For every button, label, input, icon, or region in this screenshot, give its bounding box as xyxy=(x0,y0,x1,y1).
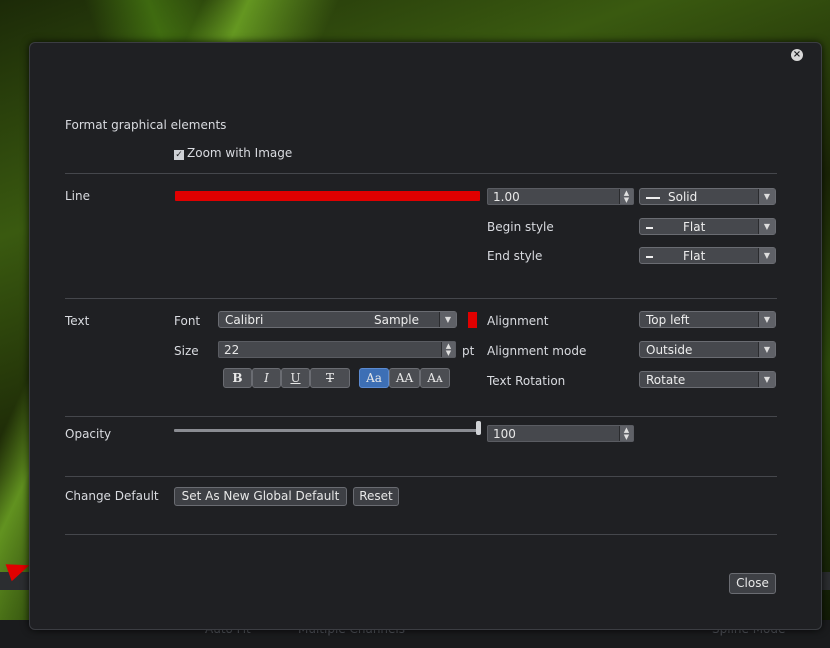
zoom-with-image-checkbox[interactable]: ✓ Zoom with Image xyxy=(174,146,292,160)
line-width-field[interactable]: 1.00 ▲ ▼ xyxy=(487,188,634,205)
line-style-dropdown[interactable]: Solid ▼ xyxy=(639,188,776,205)
begin-style-dropdown[interactable]: Flat ▼ xyxy=(639,218,776,235)
opacity-value: 100 xyxy=(493,427,516,441)
case-upper-button[interactable]: AA xyxy=(389,368,420,388)
flat-cap-icon xyxy=(646,226,653,229)
bold-button[interactable]: B xyxy=(223,368,252,388)
chevron-down-icon: ▼ xyxy=(439,312,456,327)
strikethrough-button[interactable]: T xyxy=(310,368,350,388)
alignment-value: Top left xyxy=(646,313,690,327)
opacity-slider-track[interactable] xyxy=(174,429,479,432)
line-width-spinner-icon[interactable]: ▲ ▼ xyxy=(619,189,633,204)
end-style-label: End style xyxy=(487,249,543,263)
underline-button[interactable]: U xyxy=(281,368,310,388)
case-small-caps-button[interactable]: Aᴀ xyxy=(420,368,450,388)
italic-button[interactable]: I xyxy=(252,368,281,388)
size-label: Size xyxy=(174,344,199,358)
text-color-swatch[interactable] xyxy=(468,312,477,328)
format-graphical-elements-dialog: × Format graphical elements ✓ Zoom with I… xyxy=(29,42,822,630)
separator xyxy=(65,416,777,417)
opacity-slider-handle[interactable] xyxy=(476,421,481,435)
chevron-down-icon: ▼ xyxy=(758,372,775,387)
separator xyxy=(65,298,777,299)
text-size-field[interactable]: 22 ▲ ▼ xyxy=(218,341,456,358)
chevron-down-icon: ▼ xyxy=(758,248,775,263)
case-normal-button[interactable]: Aa xyxy=(359,368,389,388)
alignment-label: Alignment xyxy=(487,314,549,328)
line-style-value: Solid xyxy=(668,190,698,204)
alignment-mode-label: Alignment mode xyxy=(487,344,587,358)
end-style-value: Flat xyxy=(683,249,706,263)
begin-style-label: Begin style xyxy=(487,220,554,234)
font-dropdown[interactable]: Calibri Sample ▼ xyxy=(218,311,457,328)
chevron-down-icon: ▼ xyxy=(758,342,775,357)
font-label: Font xyxy=(174,314,201,328)
line-label: Line xyxy=(65,189,91,203)
zoom-with-image-label: Zoom with Image xyxy=(187,146,293,160)
solid-line-icon xyxy=(646,196,660,199)
set-as-new-global-default-button[interactable]: Set As New Global Default xyxy=(174,487,347,506)
text-rotation-dropdown[interactable]: Rotate ▼ xyxy=(639,371,776,388)
reset-button[interactable]: Reset xyxy=(353,487,399,506)
close-button[interactable]: Close xyxy=(729,573,776,594)
close-icon[interactable]: × xyxy=(791,49,803,61)
flat-cap-icon xyxy=(646,255,653,258)
font-sample: Sample xyxy=(374,313,419,327)
separator xyxy=(65,173,777,174)
alignment-mode-value: Outside xyxy=(646,343,693,357)
text-size-value: 22 xyxy=(224,343,240,357)
chevron-down-icon: ▼ xyxy=(758,312,775,327)
opacity-label: Opacity xyxy=(65,427,112,441)
dialog-heading: Format graphical elements xyxy=(65,118,227,132)
chevron-down-icon: ▼ xyxy=(758,189,775,204)
separator xyxy=(65,534,777,535)
text-size-spinner-icon[interactable]: ▲ ▼ xyxy=(441,342,455,357)
separator xyxy=(65,476,777,477)
chevron-down-icon: ▼ xyxy=(758,219,775,234)
begin-style-value: Flat xyxy=(683,220,706,234)
checkbox-checked-icon: ✓ xyxy=(174,150,184,160)
alignment-mode-dropdown[interactable]: Outside ▼ xyxy=(639,341,776,358)
line-color-swatch[interactable] xyxy=(175,191,480,201)
end-style-dropdown[interactable]: Flat ▼ xyxy=(639,247,776,264)
text-rotation-label: Text Rotation xyxy=(487,374,566,388)
text-label: Text xyxy=(65,314,90,328)
opacity-field[interactable]: 100 ▲ ▼ xyxy=(487,425,634,442)
font-value: Calibri xyxy=(225,313,264,327)
line-width-value: 1.00 xyxy=(493,190,520,204)
alignment-dropdown[interactable]: Top left ▼ xyxy=(639,311,776,328)
size-unit-label: pt xyxy=(462,344,475,358)
opacity-spinner-icon[interactable]: ▲ ▼ xyxy=(619,426,633,441)
change-default-label: Change Default xyxy=(65,489,159,503)
text-rotation-value: Rotate xyxy=(646,373,686,387)
